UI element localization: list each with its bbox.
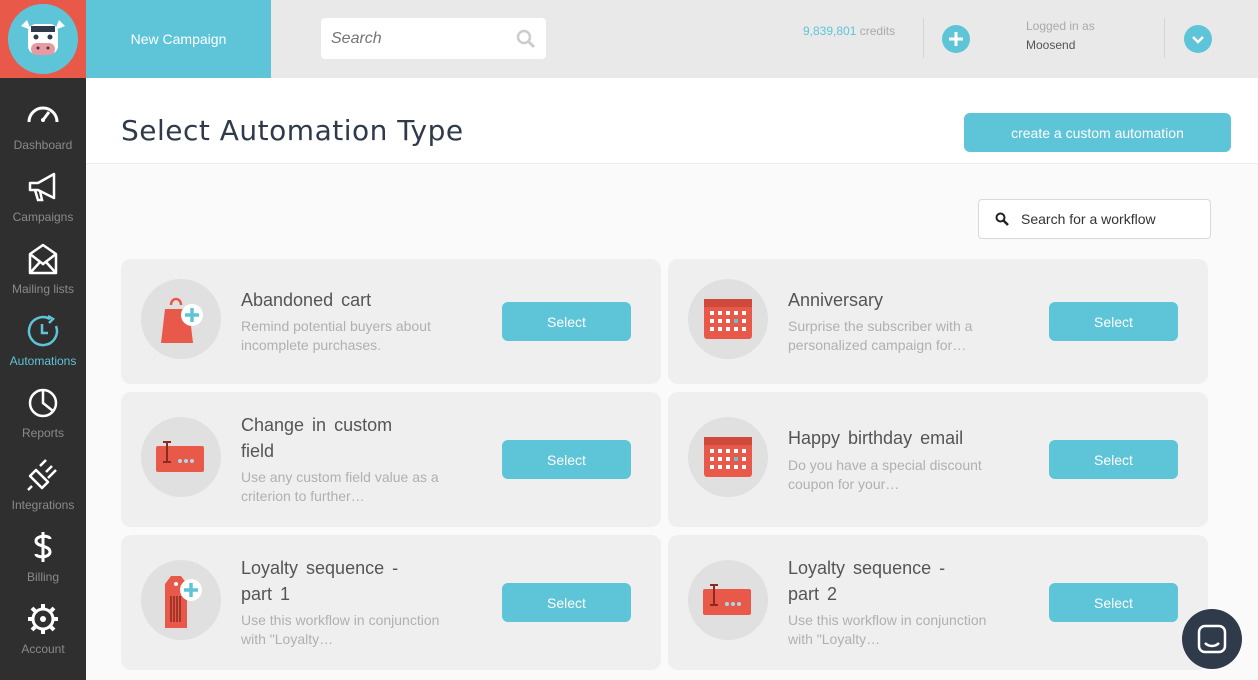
divider <box>923 18 924 58</box>
sidebar-item-label: Account <box>21 642 65 656</box>
sidebar-item-label: Mailing lists <box>11 282 74 296</box>
gear-icon <box>28 604 58 634</box>
select-button[interactable]: Select <box>502 302 631 341</box>
search-box[interactable] <box>321 18 546 59</box>
card-description: Use this workflow in conjunction with "L… <box>788 612 987 647</box>
sidebar-item-label: Automations <box>9 354 77 368</box>
sidebar-item-integrations[interactable]: Integrations <box>0 450 86 522</box>
sidebar: Dashboard Campaigns Mailing lists Automa… <box>0 0 86 680</box>
automation-card-happy-birthday-email: Happy birthday email Do you have a speci… <box>668 392 1208 527</box>
plug-icon <box>27 459 57 491</box>
card-description: Use any custom field value as a criterio… <box>241 469 439 504</box>
search-input[interactable] <box>331 29 501 48</box>
dashboard-icon <box>27 106 59 123</box>
card-icon-circle <box>688 560 768 640</box>
credits-unit: credits <box>859 24 896 38</box>
sidebar-item-label: Reports <box>21 426 65 440</box>
calendar-icon <box>704 437 752 477</box>
calendar-icon <box>704 299 752 339</box>
card-title: Loyalty sequence - part 1 <box>241 558 399 604</box>
card-description: Do you have a special discount coupon fo… <box>788 457 982 492</box>
card-title: Change in custom field <box>241 415 393 461</box>
create-custom-automation-button[interactable]: create a custom automation <box>964 113 1231 152</box>
sidebar-item-label: Billing <box>26 570 59 584</box>
sidebar-item-campaigns[interactable]: Campaigns <box>0 162 86 234</box>
page-title: Select Automation Type <box>121 114 464 147</box>
sidebar-item-mailing-lists[interactable]: Mailing lists <box>0 234 86 306</box>
automation-card-change-in-custom-field: Change in custom field Use any custom fi… <box>121 392 661 527</box>
logged-in-label: Logged in as <box>1026 19 1095 33</box>
sidebar-item-dashboard[interactable]: Dashboard <box>0 90 86 162</box>
sidebar-item-billing[interactable]: Billing <box>0 522 86 594</box>
credits-value: 9,839,801 <box>803 24 857 38</box>
chevron-down-icon <box>1192 36 1204 44</box>
clock-icon <box>27 314 59 347</box>
automation-card-loyalty-sequence-1: Loyalty sequence - part 1 Use this workf… <box>121 535 661 670</box>
sidebar-item-reports[interactable]: Reports <box>0 378 86 450</box>
sidebar-item-label: Campaigns <box>12 210 74 224</box>
card-title: Loyalty sequence - part 2 <box>788 558 946 604</box>
sidebar-item-account[interactable]: Account <box>0 594 86 666</box>
sidebar-item-automations[interactable]: Automations <box>0 306 86 378</box>
card-icon-circle <box>688 417 768 497</box>
workflow-search-box[interactable] <box>978 199 1211 239</box>
input-field-icon <box>703 584 751 615</box>
shopping-bag-icon <box>161 297 203 343</box>
topbar: New Campaign 9,839,801 credits Logged in… <box>86 0 1258 78</box>
credits-display: 9,839,801 credits <box>803 24 895 38</box>
chat-icon <box>1197 624 1227 654</box>
divider <box>1164 18 1165 58</box>
logo[interactable] <box>0 0 86 78</box>
pie-chart-icon <box>28 388 58 418</box>
new-campaign-button[interactable]: New Campaign <box>86 0 271 78</box>
card-icon-circle <box>688 279 768 359</box>
search-icon[interactable] <box>516 29 536 49</box>
select-button[interactable]: Select <box>1049 440 1178 479</box>
chat-button[interactable] <box>1182 609 1242 669</box>
card-icon-circle <box>141 417 221 497</box>
card-description: Remind potential buyers about incomplete… <box>241 318 431 353</box>
card-icon-circle <box>141 279 221 359</box>
card-description: Use this workflow in conjunction with "L… <box>241 612 440 647</box>
add-credits-button[interactable] <box>942 25 970 53</box>
input-field-icon <box>156 441 204 472</box>
envelope-icon <box>28 243 58 275</box>
cow-logo-icon <box>8 4 78 74</box>
select-button[interactable]: Select <box>502 583 631 622</box>
app-root: Dashboard Campaigns Mailing lists Automa… <box>0 0 1258 680</box>
select-button[interactable]: Select <box>1049 302 1178 341</box>
automation-card-abandoned-cart: Abandoned cart Remind potential buyers a… <box>121 259 661 384</box>
user-menu-button[interactable] <box>1184 25 1212 53</box>
select-button[interactable]: Select <box>502 440 631 479</box>
sidebar-item-label: Integrations <box>11 498 75 512</box>
workflow-search-input[interactable] <box>1021 211 1201 227</box>
username: Moosend <box>1026 38 1076 52</box>
sidebar-nav: Dashboard Campaigns Mailing lists Automa… <box>0 90 86 666</box>
search-icon <box>995 212 1009 226</box>
dollar-icon <box>34 532 52 562</box>
card-title: Happy birthday email <box>788 428 964 448</box>
megaphone-icon <box>28 172 56 202</box>
card-description: Surprise the subscriber with a personali… <box>788 318 973 353</box>
card-title: Abandoned cart <box>241 290 372 310</box>
sidebar-item-label: Dashboard <box>13 138 73 152</box>
plus-icon <box>949 32 963 46</box>
card-icon-circle <box>141 560 221 640</box>
tag-plus-icon <box>165 576 202 628</box>
card-title: Anniversary <box>788 290 884 310</box>
automation-card-anniversary: Anniversary Surprise the subscriber with… <box>668 259 1208 384</box>
automation-card-loyalty-sequence-2: Loyalty sequence - part 2 Use this workf… <box>668 535 1208 670</box>
select-button[interactable]: Select <box>1049 583 1178 622</box>
page-header: Select Automation Type create a custom a… <box>86 78 1258 164</box>
